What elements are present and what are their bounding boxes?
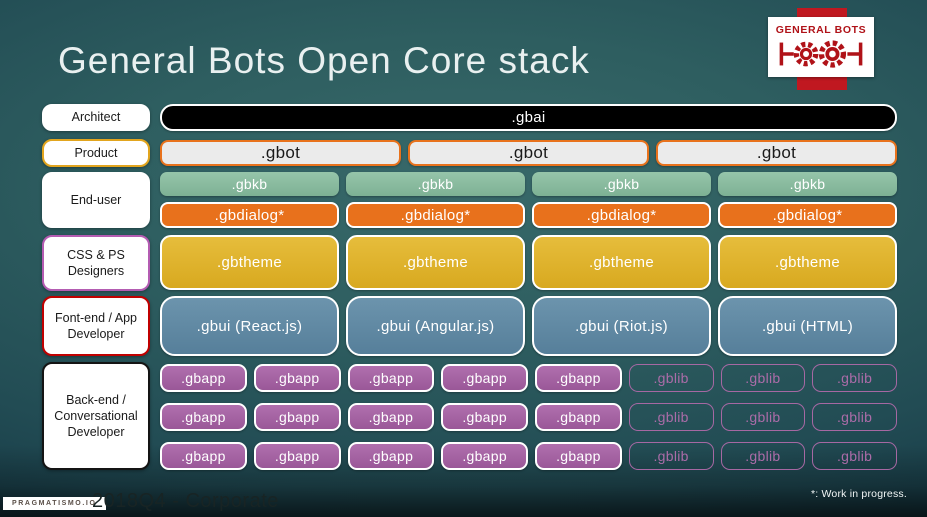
- block-gbapp: .gbapp: [441, 364, 528, 392]
- block-gblib: .gblib: [720, 364, 806, 392]
- block-gbkb: .gbkb: [718, 172, 897, 196]
- block-gblib: .gblib: [812, 364, 897, 392]
- block-gbdialog: .gbdialog*: [160, 202, 339, 228]
- row-gbui: .gbui (React.js) .gbui (Angular.js) .gbu…: [160, 296, 897, 356]
- block-gbui-react: .gbui (React.js): [160, 296, 339, 356]
- block-gbapp: .gbapp: [253, 403, 341, 431]
- block-gbdialog: .gbdialog*: [532, 202, 711, 228]
- block-gbkb: .gbkb: [346, 172, 525, 196]
- row-gbtheme: .gbtheme .gbtheme .gbtheme .gbtheme: [160, 235, 897, 290]
- block-gbdialog: .gbdialog*: [346, 202, 525, 228]
- block-gbtheme: .gbtheme: [346, 235, 525, 290]
- row-gbai: .gbai: [160, 104, 897, 131]
- slide: General Bots Open Core stack GENERAL BOT…: [0, 0, 927, 517]
- block-gblib: .gblib: [720, 442, 806, 470]
- block-gbapp: .gbapp: [441, 403, 528, 431]
- block-gbkb: .gbkb: [160, 172, 339, 196]
- role-label-backend-conversational-developer: Back-end / Conversational Developer: [42, 362, 150, 470]
- block-gbapp: .gbapp: [160, 442, 247, 470]
- role-label-architect: Architect: [42, 104, 150, 131]
- work-in-progress-note: *: Work in progress.: [810, 488, 907, 500]
- role-label-end-user: End-user: [42, 172, 150, 228]
- row-gbapp-gblib-2: .gbapp .gbapp .gbapp .gbapp .gbapp .gbli…: [160, 403, 897, 431]
- row-gbot: .gbot .gbot .gbot: [160, 140, 897, 166]
- block-gblib: .gblib: [812, 403, 897, 431]
- role-label-css-ps-designers: CSS & PS Designers: [42, 235, 150, 291]
- block-gbapp: .gbapp: [535, 403, 622, 431]
- block-gbui-html: .gbui (HTML): [718, 296, 897, 356]
- footer-quarter-label: 2018Q4 - Corporate: [92, 490, 279, 512]
- block-gbapp: .gbapp: [441, 442, 528, 470]
- block-gbai: .gbai: [160, 104, 897, 131]
- block-gbapp: .gbapp: [253, 364, 341, 392]
- block-gblib: .gblib: [628, 364, 714, 392]
- block-gbui-angular: .gbui (Angular.js): [346, 296, 525, 356]
- page-title: General Bots Open Core stack: [58, 40, 590, 81]
- block-gbapp: .gbapp: [535, 442, 622, 470]
- block-gbkb: .gbkb: [532, 172, 711, 196]
- block-gblib: .gblib: [812, 442, 897, 470]
- block-gbtheme: .gbtheme: [160, 235, 339, 290]
- role-label-product: Product: [42, 139, 150, 167]
- pragmatismo-brand-badge: PRAGMATISMO.IO: [3, 497, 106, 510]
- role-label-frontend-app-developer: Font-end / App Developer: [42, 296, 150, 356]
- block-gbapp: .gbapp: [253, 442, 341, 470]
- block-gbapp: .gbapp: [535, 364, 622, 392]
- block-gbot: .gbot: [160, 140, 401, 166]
- row-gbdialog: .gbdialog* .gbdialog* .gbdialog* .gbdial…: [160, 202, 897, 228]
- row-gbapp-gblib-1: .gbapp .gbapp .gbapp .gbapp .gbapp .gbli…: [160, 364, 897, 392]
- block-gbui-riot: .gbui (Riot.js): [532, 296, 711, 356]
- block-gblib: .gblib: [720, 403, 806, 431]
- block-gblib: .gblib: [628, 403, 714, 431]
- block-gbapp: .gbapp: [347, 403, 435, 431]
- block-gbdialog: .gbdialog*: [718, 202, 897, 228]
- row-gbkb: .gbkb .gbkb .gbkb .gbkb: [160, 172, 897, 196]
- block-gbtheme: .gbtheme: [532, 235, 711, 290]
- general-bots-logo: GENERAL BOTS: [768, 17, 874, 77]
- block-gbapp: .gbapp: [347, 364, 435, 392]
- block-gbot: .gbot: [408, 140, 649, 166]
- block-gbapp: .gbapp: [160, 364, 247, 392]
- row-gbapp-gblib-3: .gbapp .gbapp .gbapp .gbapp .gbapp .gbli…: [160, 442, 897, 470]
- block-gbapp: .gbapp: [347, 442, 435, 470]
- block-gbtheme: .gbtheme: [718, 235, 897, 290]
- gears-icon: [777, 37, 865, 76]
- block-gbapp: .gbapp: [160, 403, 247, 431]
- logo-text: GENERAL BOTS: [775, 24, 867, 36]
- block-gbot: .gbot: [656, 140, 897, 166]
- block-gblib: .gblib: [628, 442, 714, 470]
